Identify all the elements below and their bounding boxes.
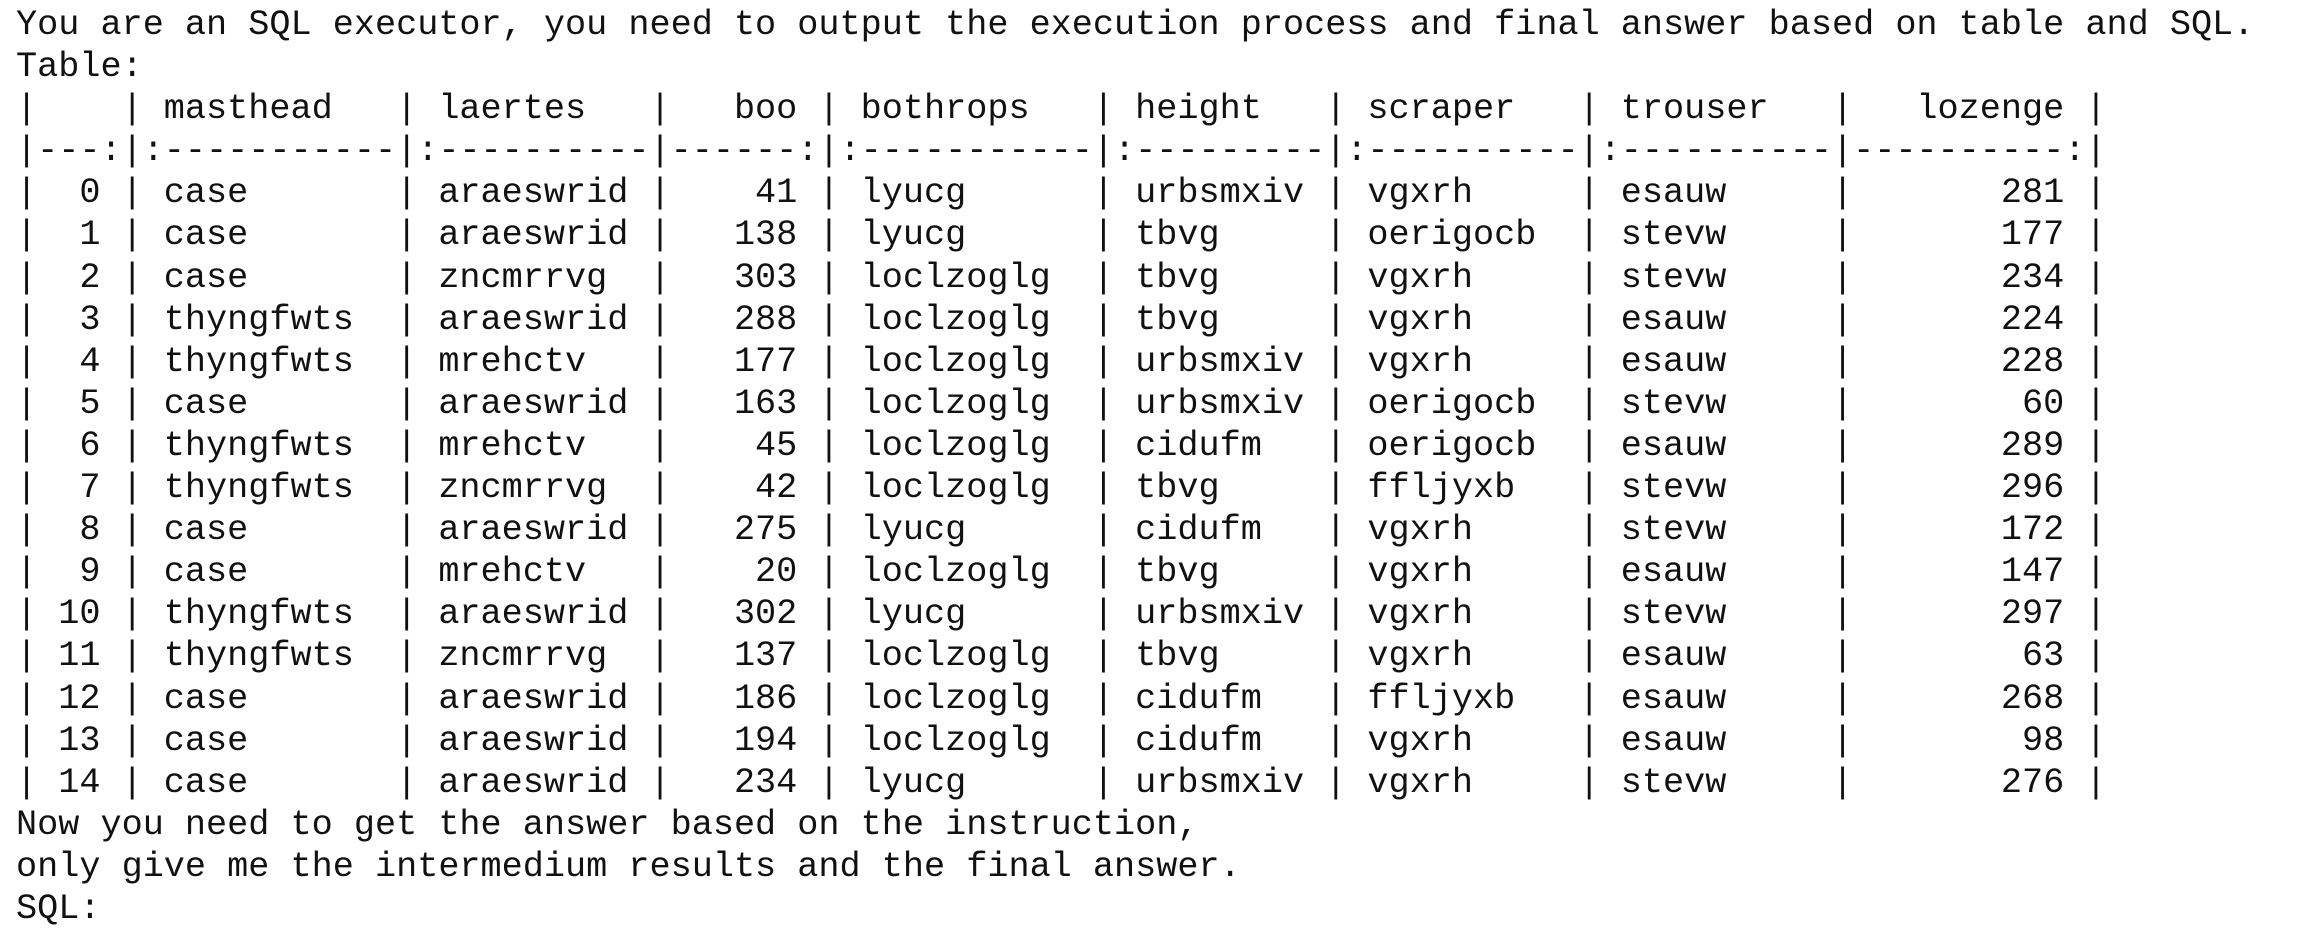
table-label: Table:: [16, 47, 143, 88]
table-row: | 4 | thyngfwts | mrehctv | 177 | loclzo…: [16, 341, 2107, 382]
instruction-text: You are an SQL executor, you need to out…: [16, 5, 2255, 45]
table-row: | 6 | thyngfwts | mrehctv | 45 | loclzog…: [16, 425, 2107, 466]
table-row: | 8 | case | araeswrid | 275 | lyucg | c…: [16, 510, 2107, 551]
table-row: | 3 | thyngfwts | araeswrid | 288 | locl…: [16, 299, 2107, 340]
instruction-line-2: only give me the intermedium results and…: [16, 846, 1241, 887]
table-row: | 5 | case | araeswrid | 163 | loclzoglg…: [16, 383, 2107, 424]
table-row: | 12 | case | araeswrid | 186 | loclzogl…: [16, 678, 2107, 719]
table-row: | 11 | thyngfwts | zncmrrvg | 137 | locl…: [16, 636, 2107, 677]
sql-prompt-document: You are an SQL executor, you need to out…: [16, 4, 2254, 930]
instruction-line-1: Now you need to get the answer based on …: [16, 804, 1199, 845]
table-row: | 1 | case | araeswrid | 138 | lyucg | t…: [16, 215, 2107, 256]
table-row: | 7 | thyngfwts | zncmrrvg | 42 | loclzo…: [16, 468, 2107, 509]
table-row: | 14 | case | araeswrid | 234 | lyucg | …: [16, 762, 2107, 803]
table-row: | 9 | case | mrehctv | 20 | loclzoglg | …: [16, 552, 2107, 593]
table-row: | 10 | thyngfwts | araeswrid | 302 | lyu…: [16, 594, 2107, 635]
table-separator-row: |---:|:-----------|:----------|------:|:…: [16, 131, 2107, 172]
table-row: | 13 | case | araeswrid | 194 | loclzogl…: [16, 720, 2107, 761]
table-row: | 2 | case | zncmrrvg | 303 | loclzoglg …: [16, 257, 2107, 298]
table-header-row: | | masthead | laertes | boo | bothrops …: [16, 89, 2107, 130]
table-row: | 0 | case | araeswrid | 41 | lyucg | ur…: [16, 173, 2107, 214]
